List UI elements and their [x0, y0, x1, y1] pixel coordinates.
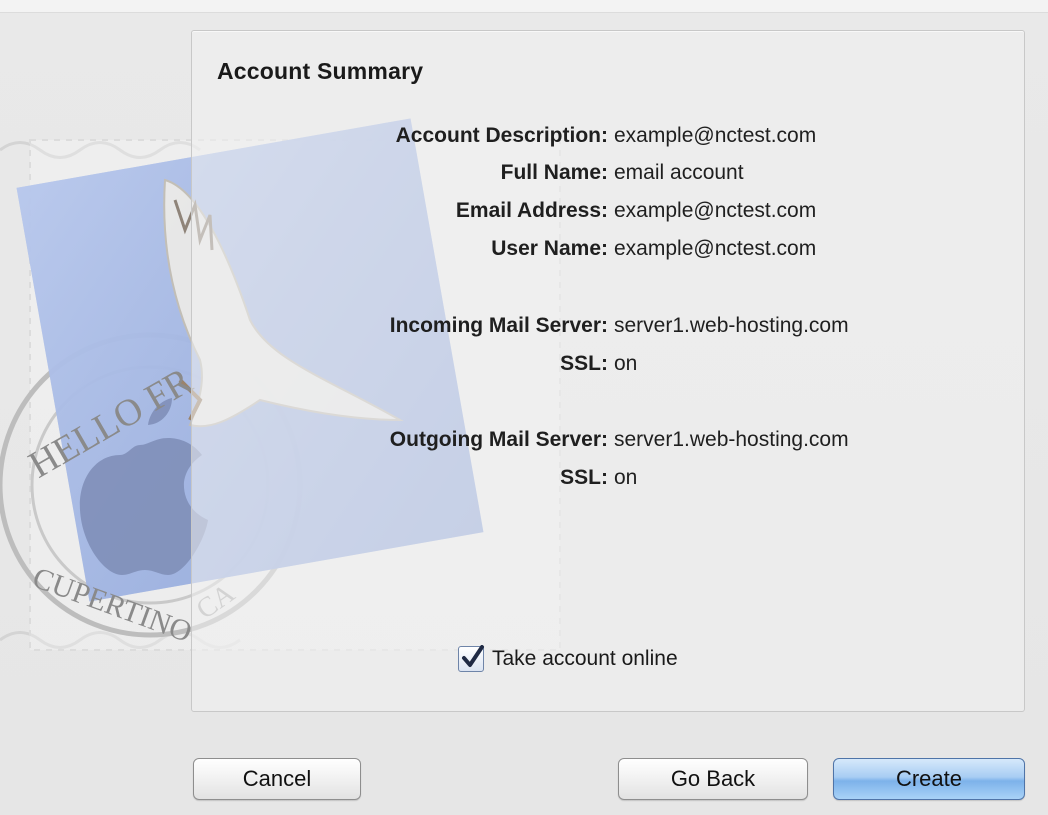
- take-account-online-checkbox[interactable]: [458, 645, 484, 672]
- incoming-ssl-label: SSL:: [560, 352, 608, 375]
- outgoing-server-label: Outgoing Mail Server:: [389, 428, 608, 451]
- row-user-name: User Name: example@nctest.com: [200, 237, 1020, 267]
- user-name-label: User Name:: [491, 237, 608, 260]
- postmark-text-bottom: CUPERTINO: [28, 561, 196, 649]
- row-full-name: Full Name: email account: [200, 161, 1020, 191]
- row-incoming-server: Incoming Mail Server: server1.web-hostin…: [200, 314, 1020, 344]
- incoming-server-value: server1.web-hosting.com: [614, 314, 849, 337]
- row-incoming-ssl: SSL: on: [200, 352, 1020, 382]
- incoming-ssl-value: on: [614, 352, 638, 375]
- outgoing-ssl-label: SSL:: [560, 466, 608, 489]
- outgoing-ssl-value: on: [614, 466, 638, 489]
- take-account-online-option[interactable]: Take account online: [458, 645, 678, 672]
- go-back-button[interactable]: Go Back: [618, 758, 808, 800]
- take-account-online-label: Take account online: [492, 647, 678, 670]
- row-email-address: Email Address: example@nctest.com: [200, 199, 1020, 229]
- email-address-label: Email Address:: [455, 199, 608, 222]
- email-address-value: example@nctest.com: [614, 199, 817, 222]
- row-outgoing-server: Outgoing Mail Server: server1.web-hostin…: [200, 428, 1020, 458]
- row-account-description: Account Description: example@nctest.com: [200, 124, 1020, 154]
- postmark-text-top: HELLO FR: [22, 360, 200, 487]
- full-name-value: email account: [614, 161, 744, 184]
- row-outgoing-ssl: SSL: on: [200, 466, 1020, 496]
- outgoing-server-value: server1.web-hosting.com: [614, 428, 849, 451]
- checkmark-icon: [462, 645, 484, 667]
- window-top-edge: [0, 0, 1048, 13]
- full-name-label: Full Name:: [500, 161, 608, 184]
- create-button[interactable]: Create: [833, 758, 1025, 800]
- incoming-server-label: Incoming Mail Server:: [389, 314, 608, 337]
- account-setup-window: HELLO FR CUPERTINO CA Account Summary Ac…: [0, 0, 1048, 815]
- account-description-label: Account Description:: [395, 124, 608, 147]
- account-description-value: example@nctest.com: [614, 124, 817, 147]
- cancel-button[interactable]: Cancel: [193, 758, 361, 800]
- panel-title: Account Summary: [217, 58, 424, 84]
- apple-logo-icon: [79, 398, 208, 575]
- user-name-value: example@nctest.com: [614, 237, 817, 260]
